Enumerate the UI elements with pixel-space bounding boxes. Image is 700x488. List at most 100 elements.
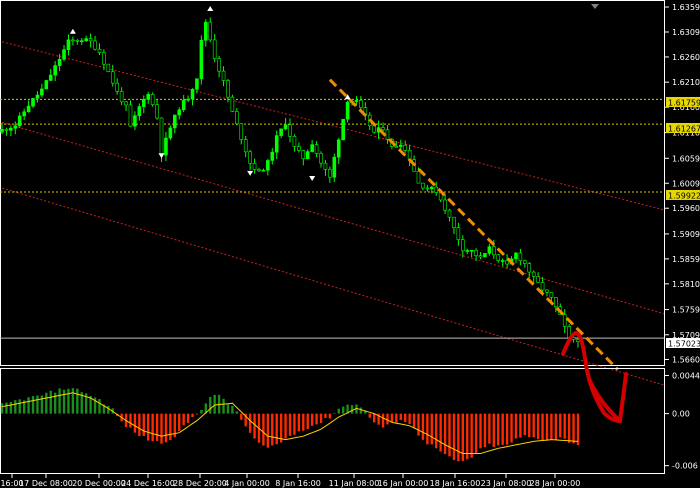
histogram-bar <box>133 413 137 433</box>
histogram-bar <box>488 413 491 444</box>
histogram-bar <box>510 413 513 443</box>
histogram-bar <box>18 399 21 414</box>
histogram-bar <box>5 402 8 414</box>
current-price-label: 1.57023 <box>666 338 700 349</box>
time-tick-label: 28 Jan 00:00 <box>530 479 581 488</box>
histogram-bar <box>302 413 305 431</box>
histogram-bar <box>404 413 407 423</box>
histogram-bar <box>58 388 61 414</box>
histogram-bar <box>554 413 558 440</box>
histogram-bar <box>466 413 469 460</box>
histogram-bar <box>213 394 216 414</box>
time-tick-label: 11 Jan 08:00 <box>329 479 380 488</box>
histogram-bar <box>368 413 371 418</box>
histogram-bar <box>421 413 425 440</box>
histogram-bar <box>443 413 447 455</box>
histogram-bar <box>523 413 527 436</box>
histogram-bar <box>563 413 566 439</box>
histogram-bar <box>129 413 132 428</box>
histogram-bar <box>408 413 411 424</box>
price-tick-label: 1.57590 <box>672 306 700 315</box>
histogram-bar <box>262 413 265 446</box>
level-3-label: 1.59922 <box>666 190 700 201</box>
candle <box>345 100 350 123</box>
price-tick-label: 1.58100 <box>672 280 700 289</box>
histogram-bar <box>31 396 35 414</box>
histogram-bar <box>470 413 473 458</box>
indicator-tick-label: 0.0044 <box>672 371 700 380</box>
time-tick-label: 4 Jan 00:00 <box>224 479 270 488</box>
candle <box>44 80 49 90</box>
histogram-bar <box>67 388 70 414</box>
histogram-bar <box>474 413 478 453</box>
time-tick-label: 17 Dec 08:00 <box>19 479 73 488</box>
trading-chart[interactable]: 1.635901.630951.626001.621001.616051.611… <box>0 0 700 488</box>
histogram-bar <box>160 413 163 444</box>
histogram-bar <box>324 413 327 418</box>
candle <box>199 35 204 85</box>
histogram-bar <box>359 407 363 414</box>
histogram-bar <box>178 413 181 431</box>
histogram-bar <box>532 413 535 438</box>
candle <box>230 94 235 112</box>
time-tick-label: 18 Jan 16:00 <box>430 479 481 488</box>
histogram-bar <box>492 413 496 447</box>
histogram-bar <box>567 413 571 443</box>
histogram-bar <box>226 404 230 414</box>
candle <box>106 63 111 73</box>
histogram-bar <box>293 413 296 435</box>
histogram-bar <box>45 392 48 414</box>
histogram-bar <box>395 413 398 423</box>
indicator-tick-label: -0.006 <box>672 462 698 471</box>
histogram-bar <box>182 413 185 426</box>
histogram-bar <box>479 413 482 449</box>
candle <box>150 92 155 107</box>
histogram-bar <box>266 413 270 448</box>
histogram-bar <box>333 413 336 414</box>
histogram-bar <box>315 413 318 425</box>
price-tick-label: 1.62100 <box>672 78 700 87</box>
histogram-bar <box>138 413 141 437</box>
histogram-bar <box>306 413 309 429</box>
histogram-bar <box>14 400 17 414</box>
time-tick-label: 8 Jan 16:00 <box>275 479 321 488</box>
histogram-bar <box>519 413 522 438</box>
histogram-bar <box>98 399 101 414</box>
histogram-bar <box>497 413 500 446</box>
histogram-bar <box>164 413 168 443</box>
histogram-bar <box>200 409 203 414</box>
histogram-bar <box>222 398 225 414</box>
histogram-bar <box>288 413 292 436</box>
histogram-bar <box>235 411 239 414</box>
histogram-bar <box>550 413 553 440</box>
level-2-label: 1.61267 <box>666 123 700 134</box>
time-tick-label: 24 Dec 16:00 <box>121 479 175 488</box>
histogram-bar <box>457 413 460 462</box>
histogram-bar <box>142 413 145 436</box>
histogram-bar <box>71 388 75 414</box>
histogram-bar <box>452 413 456 461</box>
histogram-bar <box>399 413 402 420</box>
price-tick-label: 1.62600 <box>672 53 700 62</box>
histogram-bar <box>448 413 451 457</box>
price-tick-label: 1.60590 <box>672 154 700 163</box>
histogram-bar <box>62 389 66 414</box>
histogram-bar <box>514 413 518 439</box>
histogram-bar <box>426 413 429 445</box>
price-tick-label: 1.58595 <box>672 255 700 264</box>
histogram-bar <box>271 413 274 446</box>
histogram-bar <box>541 413 544 441</box>
level-1-label: 1.61759 <box>666 97 700 108</box>
time-tick-label: 23 Jan 08:00 <box>481 479 532 488</box>
histogram-bar <box>209 396 212 414</box>
histogram-bar <box>248 413 252 433</box>
histogram-bar <box>439 413 442 452</box>
histogram-bar <box>151 413 154 442</box>
histogram-bar <box>319 413 323 423</box>
candle <box>341 118 345 141</box>
level-1-value: 1.61759 <box>668 99 700 108</box>
histogram-bar <box>505 413 509 445</box>
current-price-value: 1.57023 <box>668 340 700 349</box>
histogram-bar <box>36 395 39 414</box>
histogram-bar <box>310 413 314 426</box>
